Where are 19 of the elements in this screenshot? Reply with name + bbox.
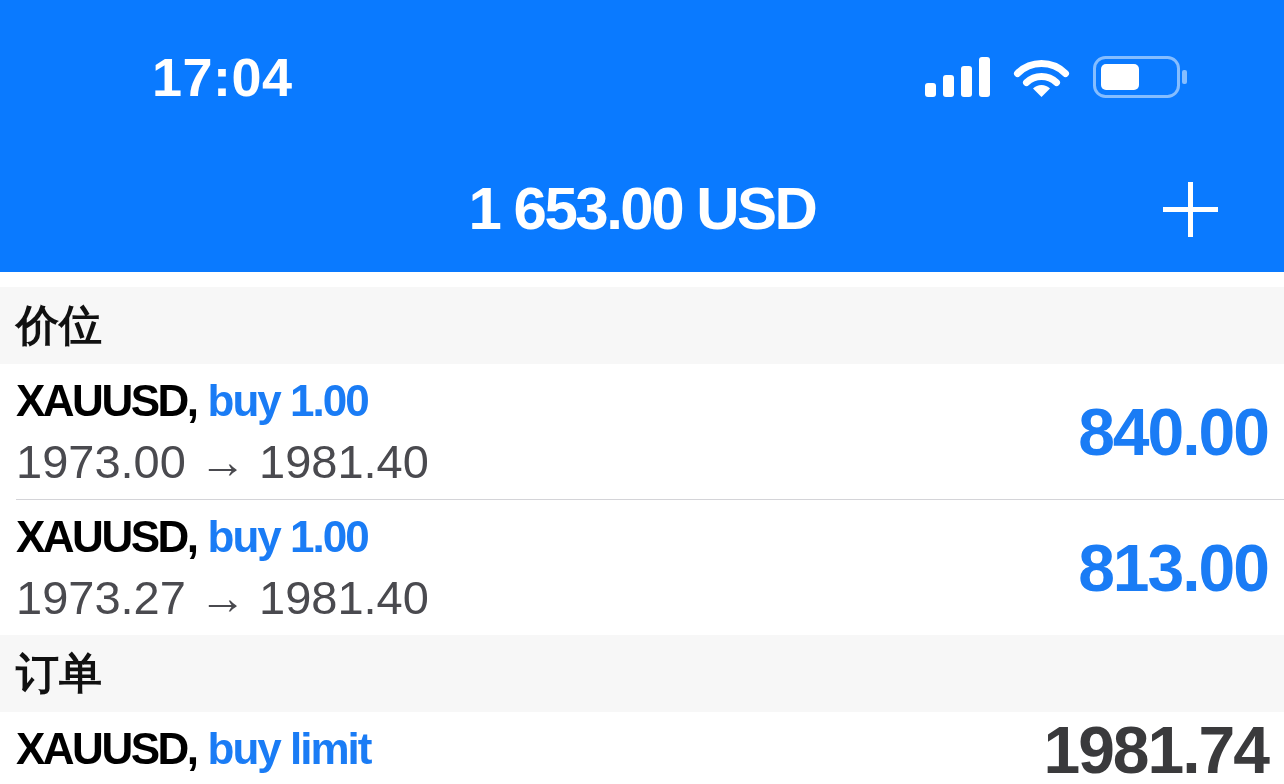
status-time: 17:04	[152, 50, 293, 104]
order-type-text: buy 1.00	[207, 379, 368, 423]
signal-icon	[925, 57, 990, 97]
profit-value: 840.00	[1078, 398, 1268, 465]
price-range-text: 1973.27 → 1981.40	[16, 569, 429, 626]
wifi-icon	[1013, 57, 1070, 97]
plus-icon[interactable]	[1163, 181, 1218, 237]
profit-value: 813.00	[1078, 534, 1268, 601]
battery-icon	[1093, 56, 1187, 98]
section-title: 订单	[16, 652, 102, 695]
order-type-text: buy 1.00	[207, 515, 368, 559]
balance-title: 1 653.00 USD	[468, 179, 816, 239]
price-range-text: 1973.00 → 1981.40	[16, 433, 429, 490]
section-title: 价位	[16, 304, 102, 347]
symbol-text: XAUUSD,	[16, 727, 197, 771]
order-type-text: buy limit	[207, 727, 371, 771]
symbol-text: XAUUSD,	[16, 379, 197, 423]
order-price-value: 1981.74	[1043, 717, 1268, 783]
symbol-text: XAUUSD,	[16, 515, 197, 559]
